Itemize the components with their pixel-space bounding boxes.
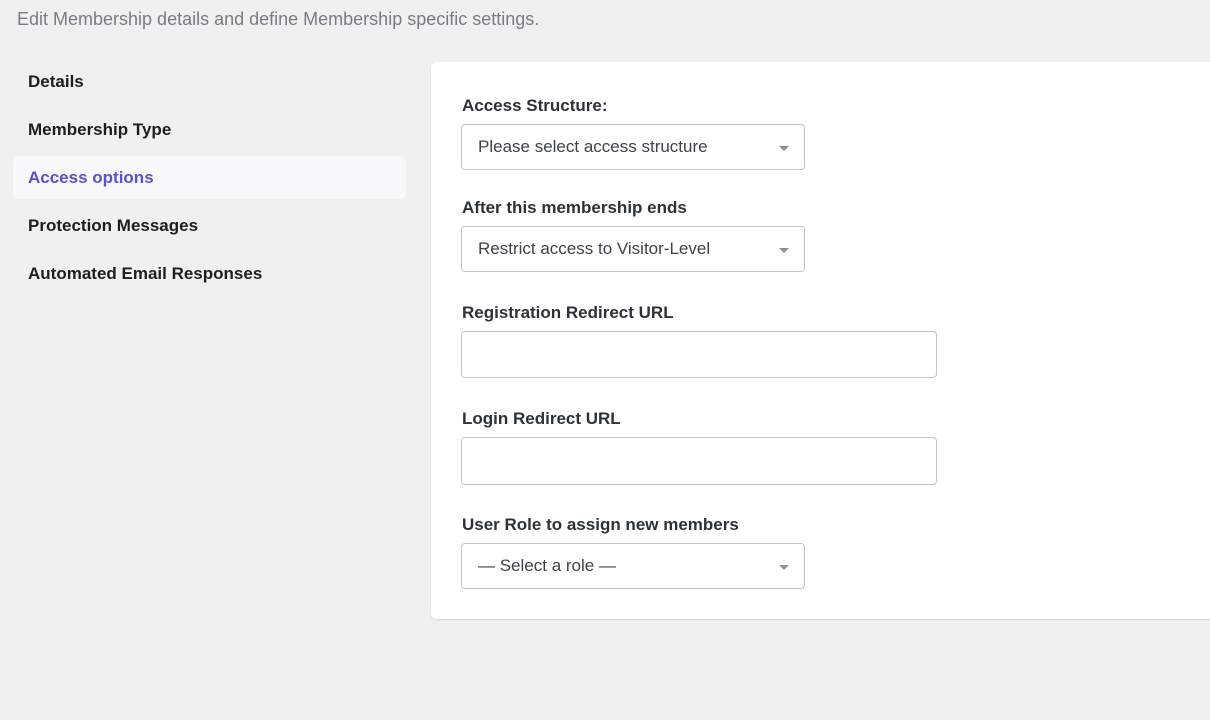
sidebar-item-automated-email-responses[interactable]: Automated Email Responses <box>13 252 406 295</box>
sidebar-item-membership-type[interactable]: Membership Type <box>13 108 406 151</box>
access-options-panel: Access Structure: Please select access s… <box>431 62 1210 619</box>
caret-down-icon <box>779 565 789 570</box>
sidebar-item-access-options[interactable]: Access options <box>13 156 406 199</box>
sidebar-item-details[interactable]: Details <box>13 60 406 103</box>
user-role-value: — Select a role — <box>478 556 616 575</box>
user-role-label: User Role to assign new members <box>462 515 739 534</box>
caret-down-icon <box>779 248 789 253</box>
access-structure-label: Access Structure: <box>462 96 608 115</box>
after-membership-ends-label: After this membership ends <box>462 198 687 217</box>
registration-redirect-input[interactable] <box>461 331 937 378</box>
after-membership-ends-value: Restrict access to Visitor-Level <box>478 239 711 258</box>
access-structure-value: Please select access structure <box>478 137 708 156</box>
after-membership-ends-select[interactable]: Restrict access to Visitor-Level <box>461 226 805 272</box>
settings-sidebar: Details Membership Type Access options P… <box>13 60 406 300</box>
caret-down-icon <box>779 146 789 151</box>
sidebar-item-protection-messages[interactable]: Protection Messages <box>13 204 406 247</box>
access-structure-select[interactable]: Please select access structure <box>461 124 805 170</box>
registration-redirect-label: Registration Redirect URL <box>462 303 674 322</box>
user-role-select[interactable]: — Select a role — <box>461 543 805 589</box>
login-redirect-label: Login Redirect URL <box>462 409 621 428</box>
page-description: Edit Membership details and define Membe… <box>17 9 540 29</box>
login-redirect-input[interactable] <box>461 437 937 485</box>
